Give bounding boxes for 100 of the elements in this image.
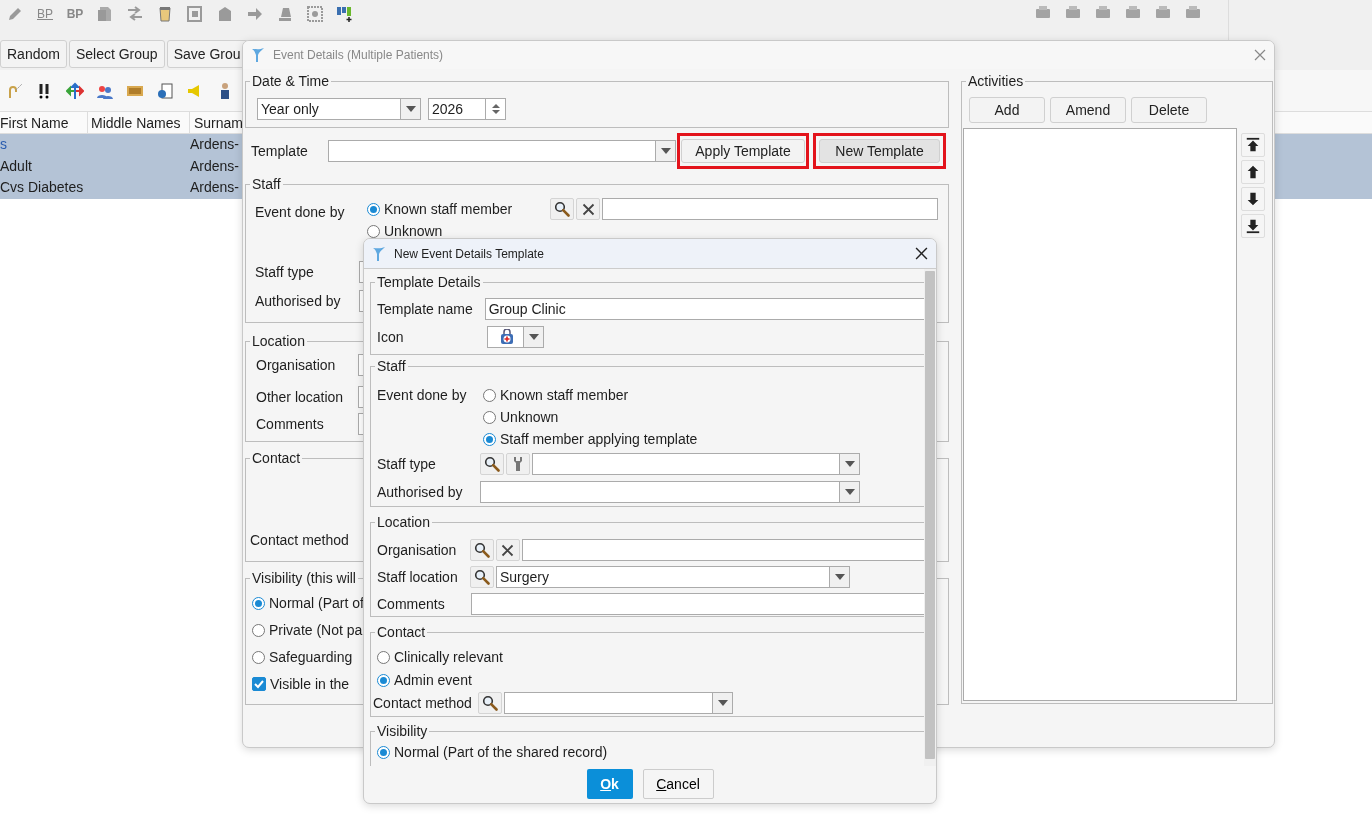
cancel-button[interactable]: Cancel bbox=[642, 769, 714, 799]
radio-button[interactable] bbox=[483, 432, 496, 446]
group-button[interactable]: Save Grou bbox=[166, 40, 248, 68]
radio-label: Known staff member bbox=[384, 199, 513, 219]
arrow-icon bbox=[1245, 164, 1261, 180]
column-header[interactable]: First Name bbox=[0, 112, 88, 133]
arrow-icon[interactable] bbox=[246, 5, 264, 23]
search-icon bbox=[474, 542, 491, 558]
search-icon bbox=[482, 695, 498, 711]
radio-label: Clinically relevant bbox=[394, 647, 503, 667]
search-icon bbox=[554, 201, 570, 217]
text-field[interactable] bbox=[602, 198, 938, 220]
radio-button[interactable] bbox=[252, 650, 265, 664]
chart-icon[interactable] bbox=[336, 5, 354, 23]
down-icon bbox=[491, 110, 500, 114]
icon-picker[interactable] bbox=[487, 326, 544, 348]
radio-label: Unknown bbox=[384, 221, 443, 241]
split-arrows-icon[interactable] bbox=[66, 81, 84, 100]
table-cell: s bbox=[0, 136, 7, 152]
combo-box[interactable] bbox=[328, 140, 676, 162]
field-label: Other location bbox=[256, 387, 345, 407]
up-icon bbox=[491, 104, 500, 108]
ok-button[interactable]: Ok bbox=[586, 769, 633, 799]
text-field[interactable]: Group Clinic bbox=[484, 298, 924, 320]
search-button[interactable] bbox=[550, 198, 574, 220]
move-bottom-button[interactable] bbox=[1241, 214, 1265, 238]
medical-bag-icon bbox=[499, 329, 515, 345]
close-icon bbox=[501, 543, 515, 557]
document-icon[interactable] bbox=[186, 5, 204, 23]
field-label: Organisation bbox=[377, 540, 458, 560]
close-icon bbox=[915, 247, 928, 260]
radio-label: Staff member applying template bbox=[500, 429, 698, 449]
field-label: Event done by bbox=[377, 387, 467, 403]
radio-button[interactable] bbox=[252, 596, 265, 610]
arrows-icon[interactable] bbox=[126, 5, 144, 23]
radio-label: Admin event bbox=[394, 670, 472, 690]
radio-button[interactable] bbox=[252, 623, 265, 637]
tool-button[interactable] bbox=[506, 453, 530, 475]
radio-label: Private (Not pa bbox=[269, 620, 363, 640]
radio-button[interactable] bbox=[377, 673, 390, 687]
clear-button[interactable] bbox=[576, 198, 600, 220]
caret-icon bbox=[717, 700, 728, 706]
pencil-icon[interactable] bbox=[6, 5, 24, 23]
document-icon[interactable] bbox=[96, 5, 114, 23]
field-label: Template bbox=[251, 141, 309, 161]
radio-button[interactable] bbox=[377, 745, 390, 759]
search-button[interactable] bbox=[470, 566, 494, 588]
stamp-icon[interactable] bbox=[276, 5, 294, 23]
close-button[interactable] bbox=[915, 247, 928, 260]
activity-button[interactable]: Amend bbox=[1050, 97, 1126, 123]
wrench-icon bbox=[512, 456, 524, 472]
text-field[interactable] bbox=[471, 593, 924, 615]
move-up-button[interactable] bbox=[1241, 160, 1265, 184]
move-top-button[interactable] bbox=[1241, 133, 1265, 157]
search-button[interactable] bbox=[470, 539, 495, 561]
field-label: Comments bbox=[256, 414, 325, 434]
text-field[interactable] bbox=[521, 539, 924, 561]
checkbox-label: Visible in the bbox=[270, 674, 350, 694]
close-icon bbox=[1254, 49, 1266, 61]
field-label: Template name bbox=[377, 299, 474, 319]
field-label: Organisation bbox=[256, 355, 337, 375]
radio-button[interactable] bbox=[367, 224, 380, 238]
field-label: Staff type bbox=[377, 454, 437, 474]
radio-label: Known staff member bbox=[500, 385, 629, 405]
radio-label: Safeguarding bbox=[269, 647, 353, 667]
cup-icon[interactable] bbox=[156, 5, 174, 23]
building-icon[interactable] bbox=[216, 5, 234, 23]
combo-box[interactable] bbox=[480, 481, 860, 503]
clear-button[interactable] bbox=[496, 539, 520, 561]
radio-button[interactable] bbox=[483, 410, 496, 424]
combo-box[interactable]: Surgery bbox=[496, 566, 850, 588]
table-cell: Adult bbox=[0, 157, 32, 174]
caret-icon bbox=[528, 334, 539, 340]
checkbox[interactable] bbox=[252, 677, 266, 691]
window-title: Event Details (Multiple Patients) bbox=[273, 47, 444, 64]
group-button[interactable]: Select Group bbox=[68, 40, 165, 68]
move-down-button[interactable] bbox=[1241, 187, 1265, 211]
field-label: Icon bbox=[377, 327, 405, 347]
activity-button[interactable]: Add bbox=[969, 97, 1045, 123]
search-button[interactable] bbox=[480, 453, 504, 475]
scrollbar-thumb[interactable] bbox=[925, 271, 935, 759]
radio-button[interactable] bbox=[377, 650, 390, 664]
table-cell-text: Ardens- bbox=[190, 156, 240, 176]
radio-button[interactable] bbox=[483, 388, 496, 402]
group-button[interactable]: Random bbox=[0, 40, 67, 68]
combo-box[interactable] bbox=[532, 453, 860, 475]
activity-button[interactable]: Delete bbox=[1131, 97, 1207, 123]
caret-icon bbox=[834, 574, 845, 580]
grid-icon[interactable] bbox=[306, 5, 324, 23]
caret-icon bbox=[844, 461, 855, 467]
year-spinner[interactable]: 2026 bbox=[428, 98, 506, 120]
search-button[interactable] bbox=[478, 692, 502, 714]
combo-box[interactable]: Year only bbox=[257, 98, 421, 120]
template-button[interactable]: New Template bbox=[819, 139, 940, 163]
field-label: Event done by bbox=[255, 204, 345, 220]
radio-button[interactable] bbox=[367, 202, 380, 216]
column-header[interactable]: Middle Names bbox=[88, 112, 190, 133]
arrow-icon bbox=[1245, 218, 1261, 234]
hook-icon[interactable] bbox=[6, 81, 24, 100]
template-button[interactable]: Apply Template bbox=[681, 139, 805, 163]
